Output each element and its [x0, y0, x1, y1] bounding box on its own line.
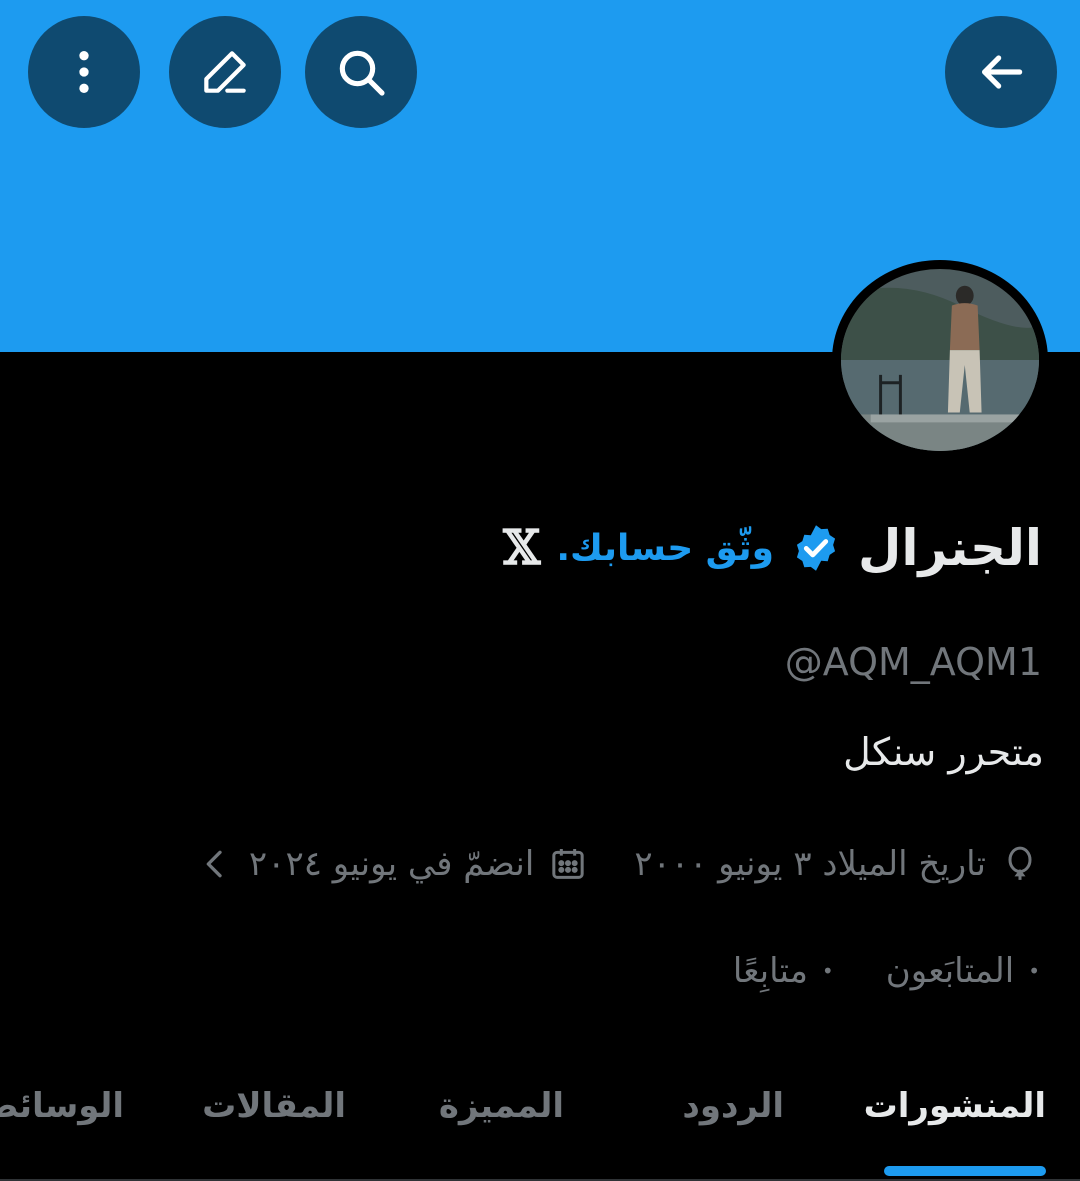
- back-button[interactable]: [945, 16, 1057, 128]
- profile-meta-row: تاريخ الميلاد ٣ يونيو ٢٠٠٠ انضمّ في يوني…: [195, 838, 1040, 890]
- search-icon: [339, 50, 385, 96]
- tab-posts[interactable]: المنشورات: [864, 1086, 1046, 1126]
- edit-button[interactable]: [169, 16, 281, 128]
- bullet: •: [821, 959, 834, 983]
- joined-text: انضمّ في يونيو ٢٠٢٤: [248, 844, 535, 884]
- x-logo: 𝕏: [503, 520, 541, 576]
- calendar-icon: [552, 849, 584, 879]
- profile-bio: متحرر سنكل: [843, 730, 1044, 774]
- verified-badge-icon: [790, 522, 842, 574]
- tab-articles[interactable]: المقالات: [202, 1086, 346, 1126]
- more-vertical-icon: [79, 51, 89, 93]
- display-name: الجنرال: [858, 519, 1042, 577]
- avatar[interactable]: [832, 260, 1048, 460]
- bullet: •: [1028, 959, 1040, 983]
- chevron-left-icon[interactable]: [195, 844, 235, 884]
- followers-link[interactable]: المتابَعون: [886, 951, 1014, 991]
- avatar-image: [841, 269, 1039, 451]
- profile-handle: @AQM_AQM1: [784, 640, 1042, 684]
- pencil-icon: [204, 51, 246, 93]
- profile-name-row: الجنرال وثّق حسابك. 𝕏: [503, 512, 1042, 584]
- tab-replies[interactable]: الردود: [682, 1086, 784, 1126]
- verify-account-link[interactable]: وثّق حسابك.: [556, 528, 774, 569]
- tab-highlights[interactable]: المميزة: [439, 1086, 564, 1126]
- search-button[interactable]: [305, 16, 417, 128]
- birthday-text: تاريخ الميلاد ٣ يونيو ٢٠٠٠: [634, 844, 986, 884]
- balloon-icon: [1008, 846, 1032, 880]
- follow-stats-row: • المتابَعون • متابِعًا: [733, 945, 1040, 997]
- tab-media[interactable]: الوسائط: [0, 1086, 124, 1126]
- profile-tabs: المنشورات الردود المميزة المقالات الوسائ…: [0, 1070, 1080, 1181]
- arrow-left-icon: [982, 55, 1023, 89]
- following-link[interactable]: متابِعًا: [733, 951, 808, 991]
- active-tab-indicator: [884, 1166, 1046, 1176]
- more-options-button[interactable]: [28, 16, 140, 128]
